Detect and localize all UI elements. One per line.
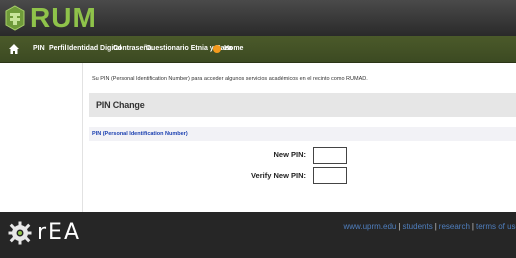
pin-info-text: Su PIN (Personal Identification Number) … bbox=[92, 76, 368, 82]
header: RUM bbox=[0, 0, 516, 36]
footer-links: www.uprm.edu | students | research | terms of … bbox=[343, 222, 516, 231]
rea-gear-icon[interactable] bbox=[8, 221, 32, 245]
home-icon[interactable] bbox=[8, 43, 20, 55]
verify-pin-input[interactable] bbox=[313, 167, 347, 184]
form-header-label: PIN (Personal Identification Number) bbox=[92, 131, 188, 137]
main-nav: PIN Perfil Identidad Digital Contraseña … bbox=[0, 36, 516, 63]
footer-separator: | bbox=[398, 222, 401, 231]
orange-dot-icon bbox=[213, 45, 221, 53]
form-header: PIN (Personal Identification Number) bbox=[89, 127, 516, 141]
new-pin-input[interactable] bbox=[313, 147, 347, 164]
nav-item-pin[interactable]: PIN bbox=[33, 36, 45, 62]
section-header: PIN Change bbox=[89, 93, 516, 117]
rum-logo-icon[interactable] bbox=[4, 5, 26, 31]
app-logo-text[interactable]: RUM bbox=[30, 2, 97, 34]
footer-link-research[interactable]: research bbox=[439, 222, 470, 231]
footer-separator: | bbox=[434, 222, 437, 231]
new-pin-label: New PIN: bbox=[273, 150, 306, 159]
nav-item-perfil[interactable]: Perfil bbox=[49, 36, 67, 62]
left-sidebar bbox=[0, 63, 83, 212]
footer-link-students[interactable]: students bbox=[402, 222, 432, 231]
verify-pin-label: Verify New PIN: bbox=[250, 171, 306, 180]
footer: rEA www.uprm.edu | students | research | terms… bbox=[0, 212, 516, 258]
nav-item-home[interactable]: Home bbox=[224, 36, 243, 62]
footer-separator: | bbox=[471, 222, 474, 231]
rea-logo-text[interactable]: rEA bbox=[37, 220, 81, 246]
footer-link-terms[interactable]: terms of use bbox=[476, 222, 516, 231]
section-title: PIN Change bbox=[96, 100, 145, 110]
footer-link-uprm[interactable]: www.uprm.edu bbox=[343, 222, 396, 231]
main-content: Su PIN (Personal Identification Number) … bbox=[84, 63, 516, 212]
